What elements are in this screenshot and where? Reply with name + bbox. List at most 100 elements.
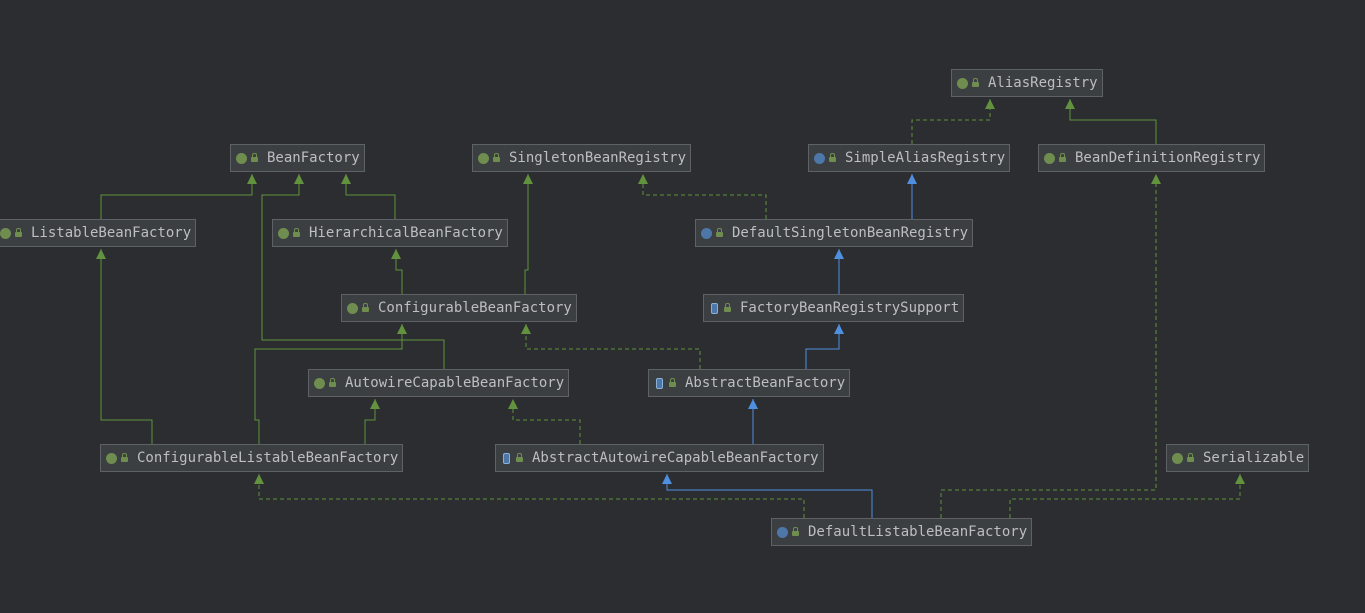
public-visibility-icon [251,153,258,162]
node-label: ConfigurableListableBeanFactory [137,450,399,466]
interface-icon [236,153,247,164]
public-visibility-icon [362,303,369,312]
edge-hierarchical-bean-factory-to-bean-factory [345,174,396,219]
public-visibility-icon [829,153,836,162]
interface-icon [478,153,489,164]
edge-default-listable-bean-factory-to-bean-definition-registry [940,174,1157,518]
arrowhead [254,474,264,484]
public-visibility-icon [516,453,523,462]
node-default-listable-bean-factory[interactable]: DefaultListableBeanFactory [771,518,1033,546]
inheritance-edges [96,99,1245,518]
node-factory-bean-registry-support[interactable]: FactoryBeanRegistrySupport [703,294,965,322]
arrowhead [391,249,401,259]
node-label: HierarchicalBeanFactory [309,225,503,241]
arrowhead [508,399,518,409]
arrowhead [1235,474,1245,484]
arrowhead [907,174,917,184]
class-icon [701,228,712,239]
public-visibility-icon [669,378,676,387]
node-label: ListableBeanFactory [31,225,192,241]
edge-abstract-bean-factory-to-configurable-bean-factory [525,324,701,369]
node-abstract-autowire-capable-bean-factory[interactable]: AbstractAutowireCapableBeanFactory [495,444,824,472]
node-autowire-capable-bean-factory[interactable]: AutowireCapableBeanFactory [308,369,570,397]
node-configurable-listable-bean-factory[interactable]: ConfigurableListableBeanFactory [100,444,404,472]
node-label: FactoryBeanRegistrySupport [740,300,960,316]
node-default-singleton-bean-registry[interactable]: DefaultSingletonBeanRegistry [695,219,974,247]
public-visibility-icon [972,78,979,87]
abstract-class-icon [656,378,663,389]
arrowhead [662,474,672,484]
edge-configurable-bean-factory-to-singleton-bean-registry [524,174,529,294]
node-serializable[interactable]: Serializable [1166,444,1310,472]
public-visibility-icon [493,153,500,162]
arrowhead [985,99,995,109]
node-simple-alias-registry[interactable]: SimpleAliasRegistry [808,144,1011,172]
arrowhead [294,174,304,184]
edge-abstract-bean-factory-to-factory-bean-registry-support [805,324,840,369]
public-visibility-icon [1059,153,1066,162]
node-label: DefaultListableBeanFactory [808,524,1028,540]
edge-default-singleton-bean-registry-to-singleton-bean-registry [642,174,767,219]
edge-simple-alias-registry-to-alias-registry [911,99,991,144]
interface-icon [0,228,11,239]
class-icon [814,153,825,164]
class-icon [777,527,788,538]
public-visibility-icon [15,228,22,237]
node-label: AbstractBeanFactory [685,375,846,391]
arrowhead [1151,174,1161,184]
node-bean-factory[interactable]: BeanFactory [230,144,365,172]
node-label: ConfigurableBeanFactory [378,300,572,316]
node-hierarchical-bean-factory[interactable]: HierarchicalBeanFactory [272,219,508,247]
edge-default-listable-bean-factory-to-configurable-listable-bean-factory [258,474,805,518]
public-visibility-icon [1187,453,1194,462]
arrowhead [397,324,407,334]
arrowhead [834,324,844,334]
arrowhead [96,249,106,259]
node-label: AbstractAutowireCapableBeanFactory [532,450,819,466]
arrowhead [834,249,844,259]
interface-icon [957,78,968,89]
public-visibility-icon [329,378,336,387]
edge-listable-bean-factory-to-bean-factory [100,174,253,219]
node-configurable-bean-factory[interactable]: ConfigurableBeanFactory [341,294,577,322]
interface-icon [278,228,289,239]
arrowhead [370,399,380,409]
arrowhead [638,174,648,184]
public-visibility-icon [724,303,731,312]
interface-icon [106,453,117,464]
arrowhead [341,174,351,184]
arrowhead [748,399,758,409]
node-abstract-bean-factory[interactable]: AbstractBeanFactory [648,369,851,397]
node-label: BeanDefinitionRegistry [1075,150,1261,166]
public-visibility-icon [293,228,300,237]
interface-icon [314,378,325,389]
arrowhead [1065,99,1075,109]
node-bean-definition-registry[interactable]: BeanDefinitionRegistry [1038,144,1266,172]
public-visibility-icon [121,453,128,462]
uml-diagram-canvas: AliasRegistry BeanFactory SingletonBeanReg… [0,0,1365,613]
edge-autowire-capable-bean-factory-to-bean-factory [261,174,445,369]
node-label: DefaultSingletonBeanRegistry [732,225,969,241]
abstract-class-icon [503,453,510,464]
node-label: SimpleAliasRegistry [845,150,1006,166]
abstract-class-icon [711,303,718,314]
public-visibility-icon [792,527,799,536]
node-label: Serializable [1203,450,1305,466]
edge-default-listable-bean-factory-to-abstract-autowire-capable-bean-factory [666,474,873,518]
arrowhead [523,174,533,184]
node-label: SingletonBeanRegistry [509,150,687,166]
arrowhead [521,324,531,334]
edge-default-listable-bean-factory-to-serializable [1009,474,1241,518]
node-alias-registry[interactable]: AliasRegistry [951,69,1103,97]
interface-icon [1172,453,1183,464]
node-listable-bean-factory[interactable]: ListableBeanFactory [0,219,197,247]
edge-bean-definition-registry-to-alias-registry [1069,99,1157,144]
node-singleton-bean-registry[interactable]: SingletonBeanRegistry [472,144,692,172]
edge-abstract-autowire-capable-bean-factory-to-autowire-capable-bean-factory [512,399,581,444]
interface-icon [1044,153,1055,164]
node-label: BeanFactory [267,150,360,166]
public-visibility-icon [716,228,723,237]
arrowhead [247,174,257,184]
node-label: AliasRegistry [988,75,1098,91]
node-label: AutowireCapableBeanFactory [345,375,565,391]
